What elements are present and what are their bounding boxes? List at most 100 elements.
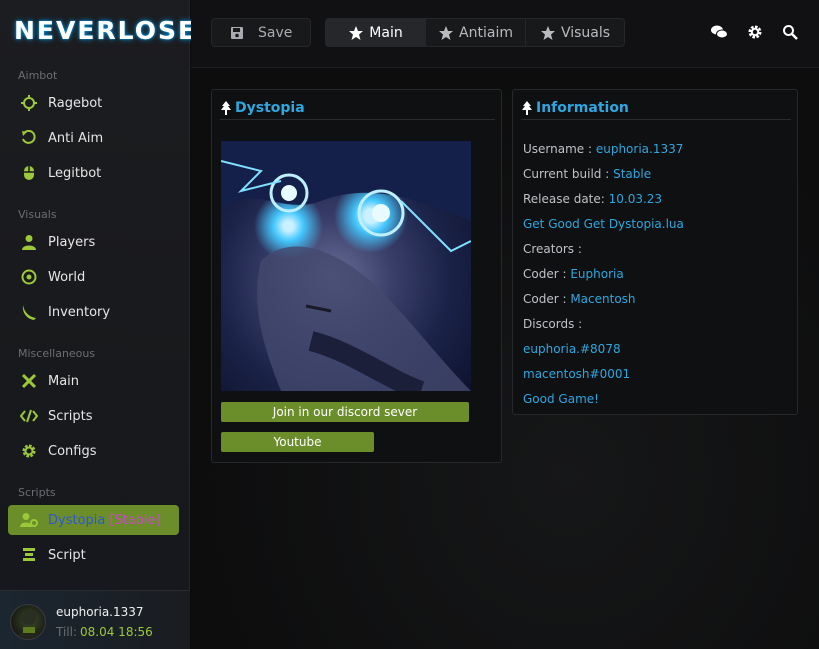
sidebar-item-scripts[interactable]: Scripts: [8, 401, 179, 431]
info-good-game: Good Game!: [523, 392, 599, 406]
sidebar-item-label: Players: [48, 234, 96, 250]
info-discords-heading: Discords :: [523, 317, 582, 331]
sidebar-item-legitbot[interactable]: Legitbot: [8, 158, 179, 188]
till-label: Till:: [56, 625, 78, 639]
tab-label: Antiaim: [459, 24, 513, 41]
discord-join-button[interactable]: Join in our discord sever: [221, 402, 469, 422]
section-title-visuals: Visuals: [18, 208, 57, 221]
info-value: euphoria.1337: [595, 142, 684, 156]
info-label: Release date:: [523, 192, 609, 206]
sidebar-item-ragebot[interactable]: Ragebot: [8, 88, 179, 118]
info-value: Good Game!: [523, 392, 599, 406]
search-icon[interactable]: [780, 22, 800, 42]
gear-icon: [20, 442, 38, 460]
star-icon: [438, 25, 454, 41]
info-label: Current build :: [523, 167, 614, 181]
user-icon: [20, 233, 38, 251]
info-discord-1: euphoria.#8078: [523, 342, 621, 356]
section-title-miscellaneous: Miscellaneous: [18, 347, 96, 360]
info-value: macentosh#0001: [523, 367, 631, 381]
panel-title-text: Dystopia: [235, 99, 305, 116]
sidebar-item-label: Inventory: [48, 304, 111, 320]
globe-icon: [20, 268, 38, 286]
info-value: euphoria.#8078: [523, 342, 621, 356]
info-label: Discords :: [523, 317, 583, 331]
user-card: euphoria.1337 Till: 08.04 18:56: [0, 590, 190, 649]
avatar[interactable]: [10, 604, 46, 640]
sidebar: NEVERLOSE Aimbot Ragebot Anti Aim Legitb…: [0, 0, 195, 649]
info-coder-1: Coder : Euphoria: [523, 267, 624, 281]
layers-icon: [20, 546, 38, 564]
sidebar-item-tag: [Stable]: [109, 512, 161, 528]
sidebar-item-configs[interactable]: Configs: [8, 436, 179, 466]
info-label: Creators :: [523, 242, 582, 256]
mouse-icon: [20, 164, 38, 182]
tree-icon: [521, 100, 533, 115]
tab-visuals[interactable]: Visuals: [526, 19, 624, 46]
sidebar-item-world[interactable]: World: [8, 262, 179, 292]
sidebar-item-dystopia[interactable]: Dystopia [Stable]: [8, 505, 179, 535]
sidebar-item-label: Legitbot: [48, 165, 102, 181]
info-username: Username : euphoria.1337: [523, 142, 683, 156]
section-title-aimbot: Aimbot: [18, 69, 58, 82]
sidebar-item-anti-aim[interactable]: Anti Aim: [8, 123, 179, 153]
app-logo: NEVERLOSE: [14, 16, 198, 45]
dystopia-artwork: [221, 141, 471, 391]
star-icon: [540, 25, 556, 41]
till-value: 08.04 18:56: [80, 625, 153, 639]
star-icon: [348, 25, 364, 41]
rotate-icon: [20, 129, 38, 147]
info-discord-2: macentosh#0001: [523, 367, 630, 381]
tab-antiaim[interactable]: Antiaim: [426, 19, 526, 46]
sidebar-item-main[interactable]: Main: [8, 366, 179, 396]
info-current-build: Current build : Stable: [523, 167, 651, 181]
info-value: Get Good Get Dystopia.lua: [523, 217, 684, 231]
panel-title: Dystopia: [220, 96, 495, 120]
user-cog-icon: [20, 511, 38, 529]
panel-information: Information Username : euphoria.1337 Cur…: [512, 89, 798, 415]
panel-title-text: Information: [536, 99, 629, 116]
info-label: Username :: [523, 142, 596, 156]
sidebar-item-label: Dystopia: [48, 512, 106, 528]
info-value: Euphoria: [570, 267, 624, 281]
gear-icon[interactable]: [745, 22, 765, 42]
sidebar-item-label: Ragebot: [48, 95, 103, 111]
info-creators-heading: Creators :: [523, 242, 582, 256]
info-label: Coder :: [523, 267, 571, 281]
info-label: Coder :: [523, 292, 571, 306]
sidebar-item-inventory[interactable]: Inventory: [8, 297, 179, 327]
code-icon: [20, 407, 38, 425]
tools-icon: [20, 372, 38, 390]
sidebar-item-players[interactable]: Players: [8, 227, 179, 257]
section-title-scripts: Scripts: [18, 486, 56, 499]
info-release-date: Release date: 10.03.23: [523, 192, 662, 206]
sidebar-item-label: World: [48, 269, 86, 285]
panel-title: Information: [521, 96, 791, 120]
tree-icon: [220, 100, 232, 115]
youtube-button[interactable]: Youtube: [221, 432, 374, 452]
tab-label: Main: [369, 24, 403, 41]
subscription-till: Till: 08.04 18:56: [56, 625, 153, 639]
sidebar-item-label: Script: [48, 547, 86, 563]
knife-icon: [20, 303, 38, 321]
save-button[interactable]: Save: [211, 18, 311, 47]
username: euphoria.1337: [56, 605, 144, 619]
sidebar-item-label: Scripts: [48, 408, 93, 424]
info-tagline: Get Good Get Dystopia.lua: [523, 217, 684, 231]
save-label: Save: [258, 24, 293, 41]
sidebar-item-label: Main: [48, 373, 80, 389]
info-value: Macentosh: [570, 292, 636, 306]
info-value: 10.03.23: [608, 192, 663, 206]
sidebar-item-script[interactable]: Script: [8, 540, 179, 570]
tab-bar: Main Antiaim Visuals: [325, 18, 625, 47]
top-bar: Save Main Antiaim Visuals: [191, 0, 819, 68]
chat-icon[interactable]: [709, 22, 729, 42]
sidebar-item-label: Anti Aim: [48, 130, 104, 146]
tab-label: Visuals: [560, 24, 611, 41]
info-coder-2: Coder : Macentosh: [523, 292, 636, 306]
crosshair-icon: [20, 94, 38, 112]
tab-main[interactable]: Main: [326, 19, 426, 46]
save-icon: [230, 26, 244, 40]
info-value: Stable: [613, 167, 652, 181]
sidebar-item-label: Configs: [48, 443, 97, 459]
